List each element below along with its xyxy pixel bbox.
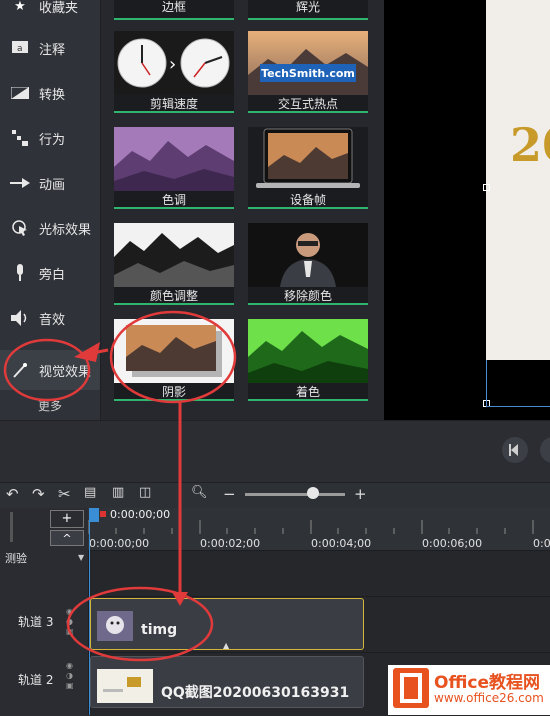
track-3-label: 轨道 3 (18, 615, 54, 629)
watermark-url: www.office26.com (434, 691, 544, 705)
add-track-button[interactable]: + (50, 510, 84, 528)
preview-title-text: 20 (510, 118, 550, 172)
animation-icon (9, 172, 31, 194)
track-3-controls[interactable]: ◉ ◑ ▣ (66, 607, 74, 637)
hotspot-text: TechSmith.com (261, 67, 355, 80)
cursor-icon (9, 217, 31, 239)
effect-tile-device-frame[interactable]: 设备帧 (248, 127, 368, 209)
track-2-controls[interactable]: ◉ ◑ ▣ (66, 661, 74, 691)
behavior-icon (9, 127, 31, 149)
ruler-tick: 0:00:04;00 (311, 537, 372, 550)
speaker-icon (9, 307, 31, 329)
zoom-in-button[interactable]: + (354, 485, 367, 503)
transition-icon (9, 82, 31, 104)
sidebar-item-favorites[interactable]: ★ 收藏夹 (0, 0, 100, 26)
zoom-icon[interactable]: 🔍︎ (191, 485, 208, 500)
sidebar-item-annotations[interactable]: a 注释 (0, 28, 100, 68)
star-icon: ★ (14, 0, 26, 14)
sidebar-item-audio-effects[interactable]: 音效 (0, 298, 100, 338)
hotspot-thumbnail: TechSmith.com (248, 31, 368, 95)
playback-bar (0, 420, 550, 483)
ruler-ticks (88, 520, 534, 534)
magic-wand-icon (9, 359, 31, 381)
track-2-label: 轨道 2 (18, 673, 54, 687)
ruler-tick: 0:00:06;00 (422, 537, 483, 550)
quiz-label: 测验 (5, 552, 27, 565)
sidebar-item-narration[interactable]: 旁白 (0, 253, 100, 293)
split-icon[interactable]: ◫ (139, 485, 151, 500)
effect-tile-tint[interactable]: 色调 (114, 127, 234, 209)
svg-text:›: › (169, 54, 176, 75)
svg-text:a: a (17, 44, 23, 54)
effect-tile-glow[interactable]: 辉光 (248, 0, 368, 20)
copy-icon[interactable]: ▤ (84, 485, 96, 500)
sidebar-item-behaviors[interactable]: 行为 (0, 118, 100, 158)
zoom-slider-knob[interactable] (307, 487, 319, 499)
clip-name: QQ截图20200630163931 (161, 685, 350, 701)
color-adjustment-thumbnail (114, 223, 234, 287)
sidebar-item-transitions[interactable]: 转换 (0, 73, 100, 113)
zoom-slider-track[interactable] (245, 493, 345, 496)
clip-qq-screenshot[interactable]: QQ截图20200630163931 (90, 656, 364, 708)
effect-label: 辉光 (295, 0, 320, 14)
effect-tile-color-adjustment[interactable]: 颜色调整 (114, 223, 234, 305)
colorize-thumbnail (248, 319, 368, 383)
ruler-tick: 0:00 (533, 537, 550, 550)
watermark-title: Office教程网 (434, 673, 541, 693)
clip-thumbnail (97, 669, 153, 703)
preview-frame[interactable] (486, 0, 550, 360)
cut-icon[interactable]: ✂ (58, 485, 71, 503)
zoom-out-button[interactable]: − (223, 485, 236, 503)
effect-label: 边框 (161, 0, 186, 14)
clip-name: timg (141, 622, 178, 638)
quiz-track[interactable] (89, 550, 550, 597)
effect-tile-shadow[interactable]: 阴影 (114, 319, 234, 401)
redo-icon[interactable]: ↷ (32, 485, 45, 503)
tint-thumbnail (114, 127, 234, 191)
effect-tile-interactive-hotspot[interactable]: TechSmith.com 交互式热点 (248, 31, 368, 113)
clip-thumbnail (97, 611, 133, 641)
office-logo-icon (393, 668, 429, 708)
dropdown-icon[interactable]: ▼ (78, 553, 84, 562)
previous-frame-button[interactable] (502, 437, 528, 463)
clip-marker-icon: ▲ (223, 641, 230, 650)
track-height-slider[interactable] (10, 512, 13, 542)
ruler-tick: 0:00:02;00 (200, 537, 261, 550)
effect-tile-colorize[interactable]: 着色 (248, 319, 368, 401)
effect-tile-remove-color[interactable]: 移除颜色 (248, 223, 368, 305)
selection-box (486, 360, 550, 407)
effect-tile-clip-speed[interactable]: › 剪辑速度 (114, 31, 234, 113)
shadow-thumbnail (114, 319, 234, 383)
resize-handle[interactable] (483, 184, 490, 191)
sidebar-item-animations[interactable]: 动画 (0, 163, 100, 203)
undo-icon[interactable]: ↶ (6, 485, 19, 503)
microphone-icon (9, 262, 31, 284)
remove-color-thumbnail (248, 223, 368, 287)
paste-icon[interactable]: ▥ (112, 485, 124, 500)
clip-timg[interactable]: timg ▲ (90, 598, 364, 650)
step-back-icon (509, 444, 518, 456)
playhead-marker (100, 511, 106, 517)
clip-speed-thumbnail: › (114, 31, 234, 95)
more-label[interactable]: 更多 (38, 397, 62, 414)
device-frame-thumbnail (248, 127, 368, 191)
sidebar-item-cursor-effects[interactable]: 光标效果 (0, 208, 100, 248)
collapse-button[interactable]: ^ (50, 530, 84, 546)
annotation-icon: a (9, 37, 31, 59)
effect-tile-border[interactable]: 边框 (114, 0, 234, 20)
ruler-tick: 0:00:00;00 (89, 537, 150, 550)
sidebar-item-visual-effects[interactable]: 视觉效果 (0, 350, 100, 390)
